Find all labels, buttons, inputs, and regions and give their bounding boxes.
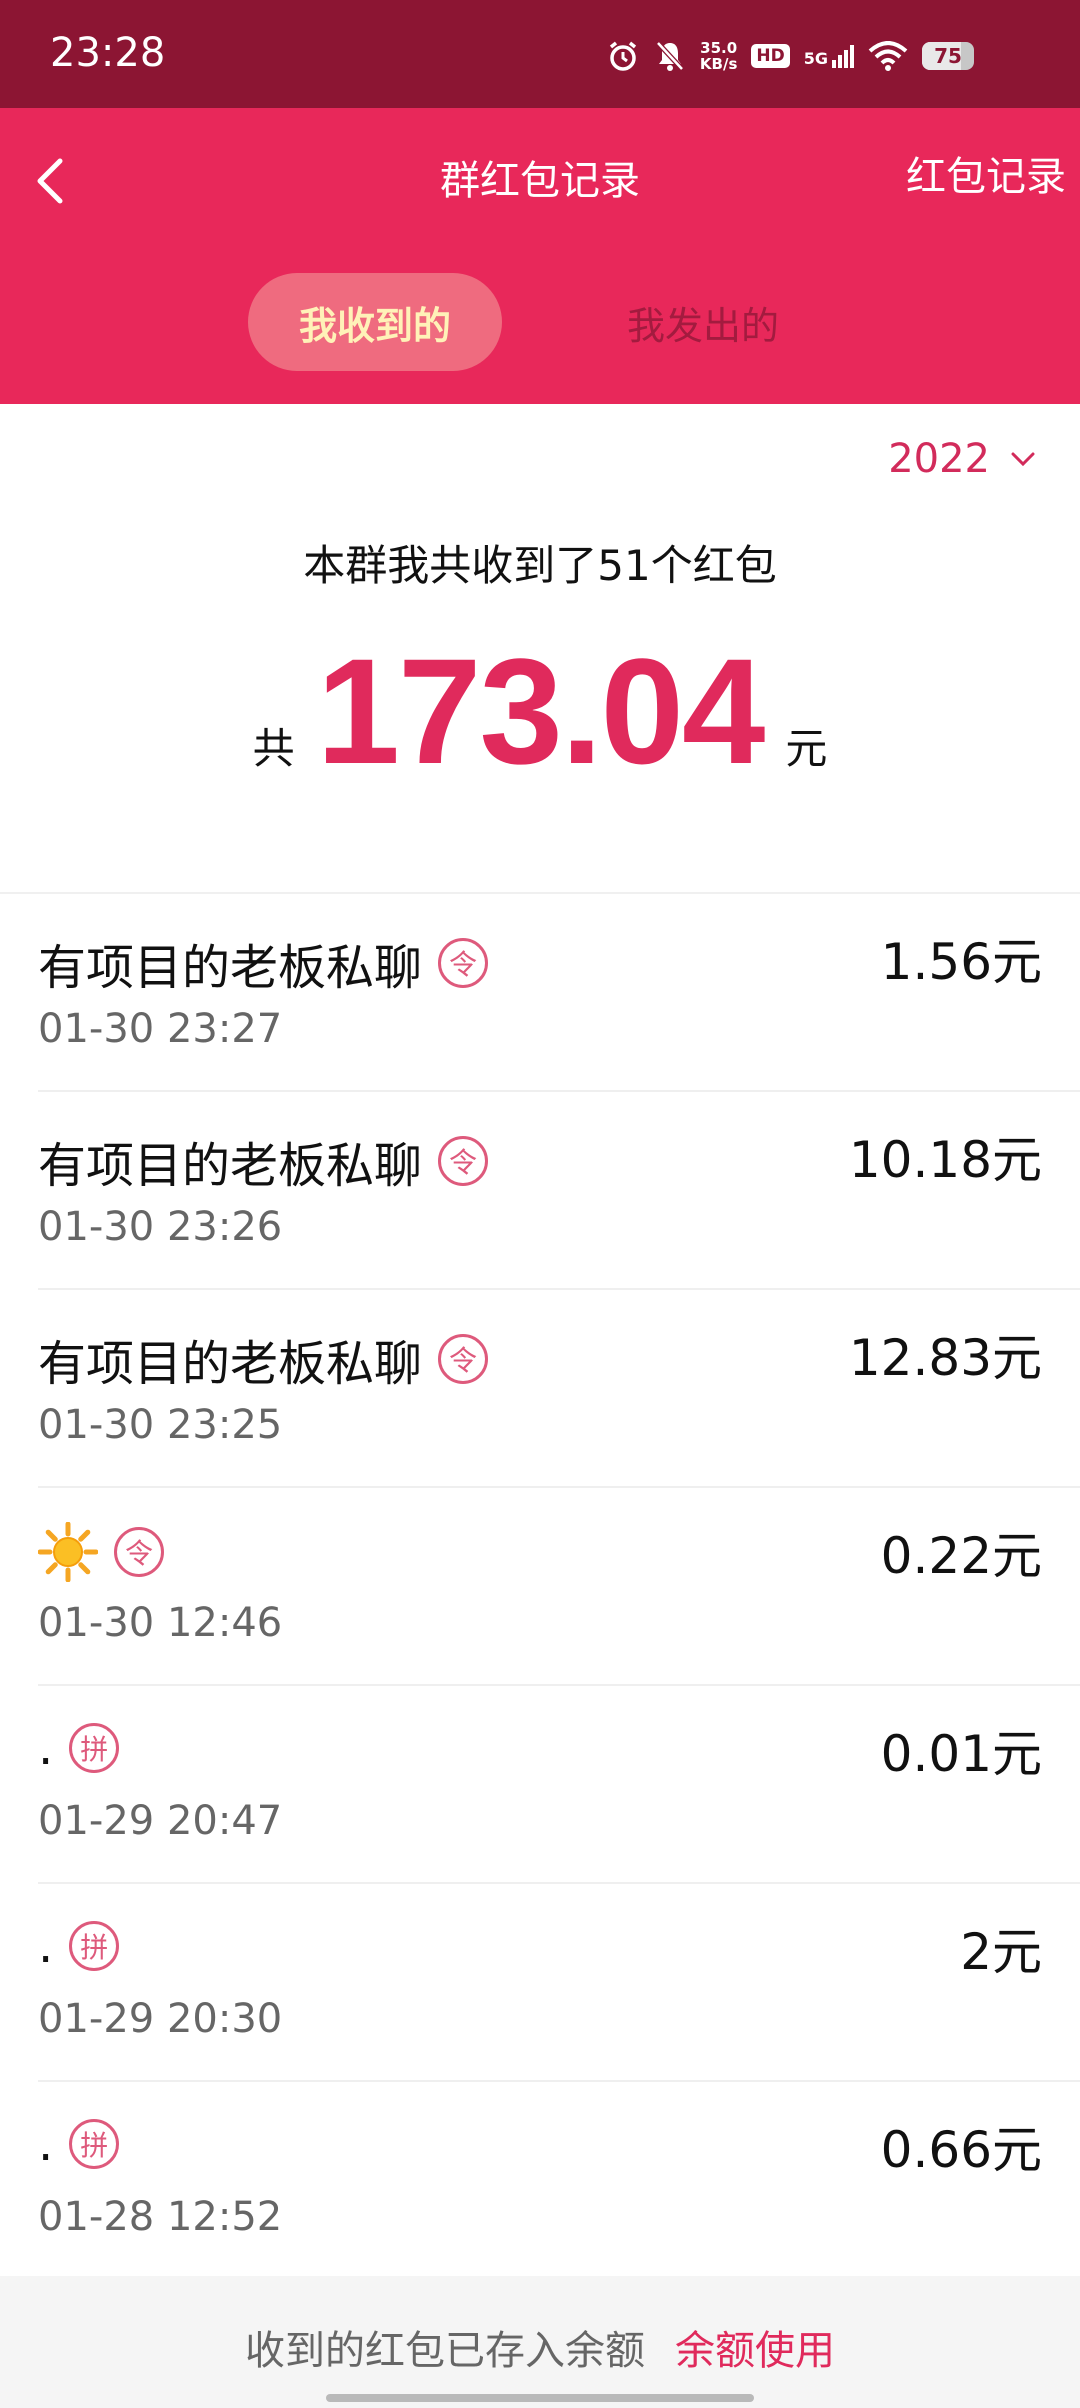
received-time: 01-30 23:26 [38, 1204, 283, 1250]
tab-received[interactable]: 我收到的 [248, 273, 502, 371]
chevron-down-icon [1011, 452, 1035, 467]
received-time: 01-29 20:47 [38, 1798, 283, 1844]
sender-line: .拼 [38, 2116, 120, 2172]
received-amount: 0.01元 [880, 1725, 1042, 1783]
balance-use-link[interactable]: 余额使用 [675, 2318, 835, 2376]
password-packet-badge: 令 [114, 1527, 164, 1577]
sender-line: .拼 [38, 1918, 120, 1974]
sender-line: 有项目的老板私聊令 [38, 1126, 489, 1196]
sender-line: 有项目的老板私聊令 [38, 1324, 489, 1394]
status-bar: 23:28 35.0 KB/s HD 5G 75 [0, 0, 1080, 108]
signal-icon: 5G [803, 44, 854, 68]
lucky-packet-badge: 拼 [69, 2119, 120, 2169]
balance-note: 收到的红包已存入余额 [245, 2328, 645, 2374]
received-amount: 2元 [960, 1923, 1042, 1981]
list-item[interactable]: . 拼 01-29 20:47 0.01元 [0, 1686, 1080, 1884]
received-amount: 1.56元 [880, 933, 1042, 991]
list-item[interactable]: 令 01-30 12:46 0.22元 [0, 1488, 1080, 1686]
year-value: 2022 [888, 436, 990, 482]
home-indicator[interactable] [326, 2394, 754, 2402]
total-amount: 共 173.04 元 [0, 636, 1080, 786]
battery-percent: 75 [934, 44, 962, 68]
received-time: 01-29 20:30 [38, 1996, 283, 2042]
network-speed: 35.0 KB/s [700, 40, 737, 72]
sender-name: 有项目的老板私聊 [38, 1138, 423, 1194]
lucky-packet-badge: 拼 [69, 1723, 120, 1773]
total-currency: 元 [785, 724, 828, 773]
password-packet-badge: 令 [438, 938, 489, 988]
received-time: 01-30 12:46 [38, 1600, 283, 1646]
list-item[interactable]: 有项目的老板私聊令 01-30 23:25 12.83元 [0, 1290, 1080, 1488]
sender-line: .拼 [38, 1720, 120, 1776]
list-item[interactable]: 有项目的老板私聊令 01-30 23:26 10.18元 [0, 1092, 1080, 1290]
password-packet-badge: 令 [438, 1334, 489, 1384]
received-amount: 0.22元 [880, 1527, 1042, 1585]
footer-bar: 收到的红包已存入余额 余额使用 [0, 2276, 1080, 2408]
list-item[interactable]: . 拼 01-29 20:30 2元 [0, 1884, 1080, 2082]
received-time: 01-30 23:27 [38, 1006, 283, 1052]
received-time: 01-30 23:25 [38, 1402, 283, 1448]
sender-name: . [38, 1720, 54, 1776]
sender-line: 令 [38, 1522, 164, 1582]
status-time: 23:28 [50, 30, 166, 76]
status-icons: 35.0 KB/s HD 5G 75 [606, 32, 974, 80]
network-type: 5G [803, 48, 828, 68]
lucky-packet-badge: 拼 [69, 1921, 120, 1971]
received-amount: 0.66元 [880, 2121, 1042, 2179]
received-amount: 10.18元 [848, 1131, 1042, 1189]
total-prefix: 共 [252, 724, 295, 773]
received-amount: 12.83元 [848, 1329, 1042, 1387]
red-packet-records-link[interactable]: 红包记录 [906, 144, 1066, 202]
received-time: 01-28 12:52 [38, 2194, 283, 2240]
list-item[interactable]: 有项目的老板私聊令 01-30 23:27 1.56元 [0, 894, 1080, 1092]
records-list: 有项目的老板私聊令 01-30 23:27 1.56元 有项目的老板私聊令 01-30 … [0, 894, 1080, 2280]
alarm-icon [606, 39, 640, 73]
password-packet-badge: 令 [438, 1136, 489, 1186]
summary-count-text: 本群我共收到了51个红包 [303, 541, 777, 590]
sender-name: 有项目的老板私聊 [38, 940, 423, 996]
speed-value: 35.0 [700, 39, 738, 57]
hd-icon: HD [751, 44, 790, 68]
list-item[interactable]: . 拼 01-28 12:52 0.66元 [0, 2082, 1080, 2280]
sender-name: 有项目的老板私聊 [38, 1336, 423, 1392]
year-selector[interactable]: 2022 [888, 436, 1036, 482]
speed-unit: KB/s [699, 55, 738, 73]
sun-icon [38, 1522, 98, 1582]
sender-line: 有项目的老板私聊令 [38, 928, 489, 998]
wifi-icon [868, 41, 908, 71]
sender-name: . [38, 1918, 54, 1974]
tab-sent[interactable]: 我发出的 [576, 273, 830, 371]
total-amount-value: 173.04 [316, 627, 766, 795]
battery-icon: 75 [922, 42, 974, 70]
mute-bell-icon [654, 39, 686, 73]
app-header: 群红包记录 红包记录 我收到的 我发出的 [0, 108, 1080, 404]
sender-name: . [38, 2116, 54, 2172]
